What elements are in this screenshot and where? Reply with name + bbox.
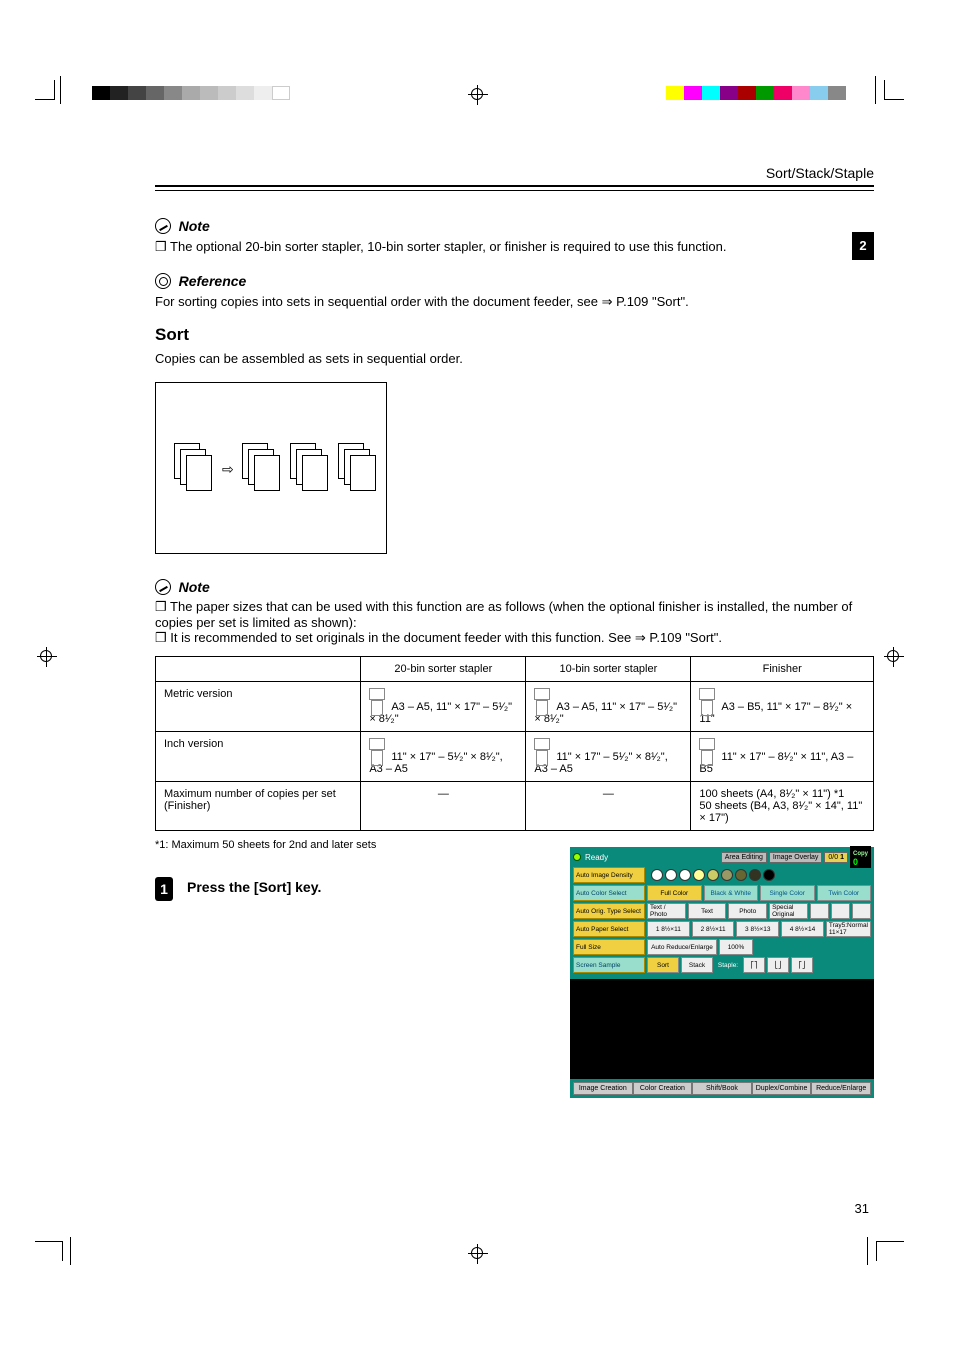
density-mid-icon[interactable] <box>831 903 850 919</box>
page-number: 31 <box>855 1201 869 1216</box>
zoom-display: 100% <box>719 939 753 955</box>
staple-option-1[interactable]: ⎡⎤ <box>743 957 765 973</box>
black-white-button[interactable]: Black & White <box>704 885 759 901</box>
color-creation-tab[interactable]: Color Creation <box>633 1082 693 1095</box>
screen-sample-button[interactable]: Screen Sample <box>573 957 645 973</box>
reduce-enlarge-tab[interactable]: Reduce/Enlarge <box>811 1082 871 1095</box>
tray-5-button[interactable]: Tray5:Normal 11×17 <box>826 921 871 937</box>
full-color-button[interactable]: Full Color <box>647 885 702 901</box>
table-row: Inch version 11" × 17" – 5¹⁄₂" × 8¹⁄₂", … <box>156 732 874 782</box>
duplex-combine-tab[interactable]: Duplex/Combine <box>752 1082 812 1095</box>
row-label: Inch version <box>156 732 361 782</box>
density-scale[interactable] <box>647 867 779 883</box>
sort-diagram: ⇨ <box>155 382 387 554</box>
copier-control-panel[interactable]: Ready Area Editing Image Overlay 0/0 1 C… <box>570 847 874 1098</box>
copy-count: Copy0 <box>850 846 871 868</box>
shift-book-tab[interactable]: Shift/Book <box>692 1082 752 1095</box>
image-overlay-button[interactable]: Image Overlay <box>769 852 823 863</box>
note-block-2: Note ❒ The paper sizes that can be used … <box>155 576 874 646</box>
tray-2-button[interactable]: 2 8½×11 <box>692 921 735 937</box>
paper-size-table: 20-bin sorter stapler 10-bin sorter stap… <box>155 656 874 831</box>
reference-label: Reference <box>179 273 247 289</box>
section-tab: 2 <box>852 232 874 260</box>
orientation-icon <box>534 688 550 710</box>
staple-option-3[interactable]: ⎡⎦ <box>791 957 813 973</box>
staple-option-2[interactable]: ⎣⎦ <box>767 957 789 973</box>
orientation-icon <box>534 738 550 760</box>
row-label: Maximum number of copies per set (Finish… <box>156 782 361 831</box>
orientation-icon <box>369 738 385 760</box>
auto-orig-type-button[interactable]: Auto Orig. Type Select <box>573 903 645 919</box>
twin-color-button[interactable]: Twin Color <box>817 885 872 901</box>
tray-4-button[interactable]: 4 8½×14 <box>781 921 824 937</box>
table-cell: 11" × 17" – 8¹⁄₂" × 11", A3 – B5 <box>691 732 874 782</box>
row-label: Metric version <box>156 682 361 732</box>
page-header: Sort/Stack/Staple <box>155 165 874 185</box>
note-icon <box>155 579 171 595</box>
staple-label: Staple: <box>715 957 741 973</box>
table-cell: A3 – A5, 11" × 17" – 5¹⁄₂" × 8¹⁄₂" <box>361 682 526 732</box>
sort-button[interactable]: Sort <box>647 957 679 973</box>
note-label-2: Note <box>179 579 210 595</box>
text-button[interactable]: Text <box>688 903 727 919</box>
special-original-button[interactable]: Special Original <box>769 903 808 919</box>
table-cell: A3 – A5, 11" × 17" – 5¹⁄₂" × 8¹⁄₂" <box>526 682 691 732</box>
table-cell: 11" × 17" – 5¹⁄₂" × 8¹⁄₂", A3 – A5 <box>526 732 691 782</box>
reference-icon <box>155 273 171 289</box>
note-block: Note ❒ The optional 20-bin sorter staple… <box>155 215 874 256</box>
text-photo-button[interactable]: Text / Photo <box>647 903 686 919</box>
note-icon <box>155 218 171 234</box>
orientation-icon <box>369 688 385 710</box>
table-cell: — <box>361 782 526 831</box>
table-cell: A3 – B5, 11" × 17" – 8¹⁄₂" × 11" <box>691 682 874 732</box>
single-color-button[interactable]: Single Color <box>760 885 815 901</box>
photo-button[interactable]: Photo <box>728 903 767 919</box>
table-cell: 11" × 17" – 5¹⁄₂" × 8¹⁄₂", A3 – A5 <box>361 732 526 782</box>
step-text-1: Press the [Sort] key. <box>187 877 556 895</box>
table-row: Maximum number of copies per set (Finish… <box>156 782 874 831</box>
table-head-1: 20-bin sorter stapler <box>361 657 526 682</box>
note-label: Note <box>179 218 210 234</box>
table-head-3: Finisher <box>691 657 874 682</box>
density-light-icon[interactable] <box>810 903 829 919</box>
note-text-2: ❒ The paper sizes that can be used with … <box>155 599 874 646</box>
auto-paper-select-button[interactable]: Auto Paper Select <box>573 921 645 937</box>
grayscale-calibration-bar <box>92 86 290 100</box>
table-head-empty <box>156 657 361 682</box>
step-number-1: 1 <box>155 877 173 901</box>
auto-reduce-enlarge-button[interactable]: Auto Reduce/Enlarge <box>647 939 717 955</box>
image-creation-tab[interactable]: Image Creation <box>573 1082 633 1095</box>
table-cell: 100 sheets (A4, 8¹⁄₂" × 11") *1 50 sheet… <box>691 782 874 831</box>
full-size-button[interactable]: Full Size <box>573 939 645 955</box>
orientation-icon <box>699 688 715 710</box>
color-calibration-bar <box>666 86 846 100</box>
preview-area <box>570 979 874 1079</box>
table-row: Metric version A3 – A5, 11" × 17" – 5¹⁄₂… <box>156 682 874 732</box>
stack-button[interactable]: Stack <box>681 957 713 973</box>
ready-label: Ready <box>585 853 719 862</box>
section-desc: Copies can be assembled as sets in seque… <box>155 351 874 366</box>
table-head-2: 10-bin sorter stapler <box>526 657 691 682</box>
reference-text: For sorting copies into sets in sequenti… <box>155 293 874 311</box>
table-cell: — <box>526 782 691 831</box>
section-title: Sort <box>155 325 874 345</box>
counter-display: 0/0 1 <box>824 852 848 863</box>
tray-3-button[interactable]: 3 8½×13 <box>736 921 779 937</box>
ready-indicator-icon <box>573 853 581 861</box>
density-dark-icon[interactable] <box>852 903 871 919</box>
area-editing-button[interactable]: Area Editing <box>721 852 767 863</box>
reference-block: Reference For sorting copies into sets i… <box>155 270 874 311</box>
note-text: ❒ The optional 20-bin sorter stapler, 10… <box>155 238 874 256</box>
orientation-icon <box>699 738 715 760</box>
tray-1-button[interactable]: 1 8½×11 <box>647 921 690 937</box>
auto-color-select-button[interactable]: Auto Color Select <box>573 885 645 901</box>
auto-image-density-button[interactable]: Auto Image Density <box>573 867 645 883</box>
